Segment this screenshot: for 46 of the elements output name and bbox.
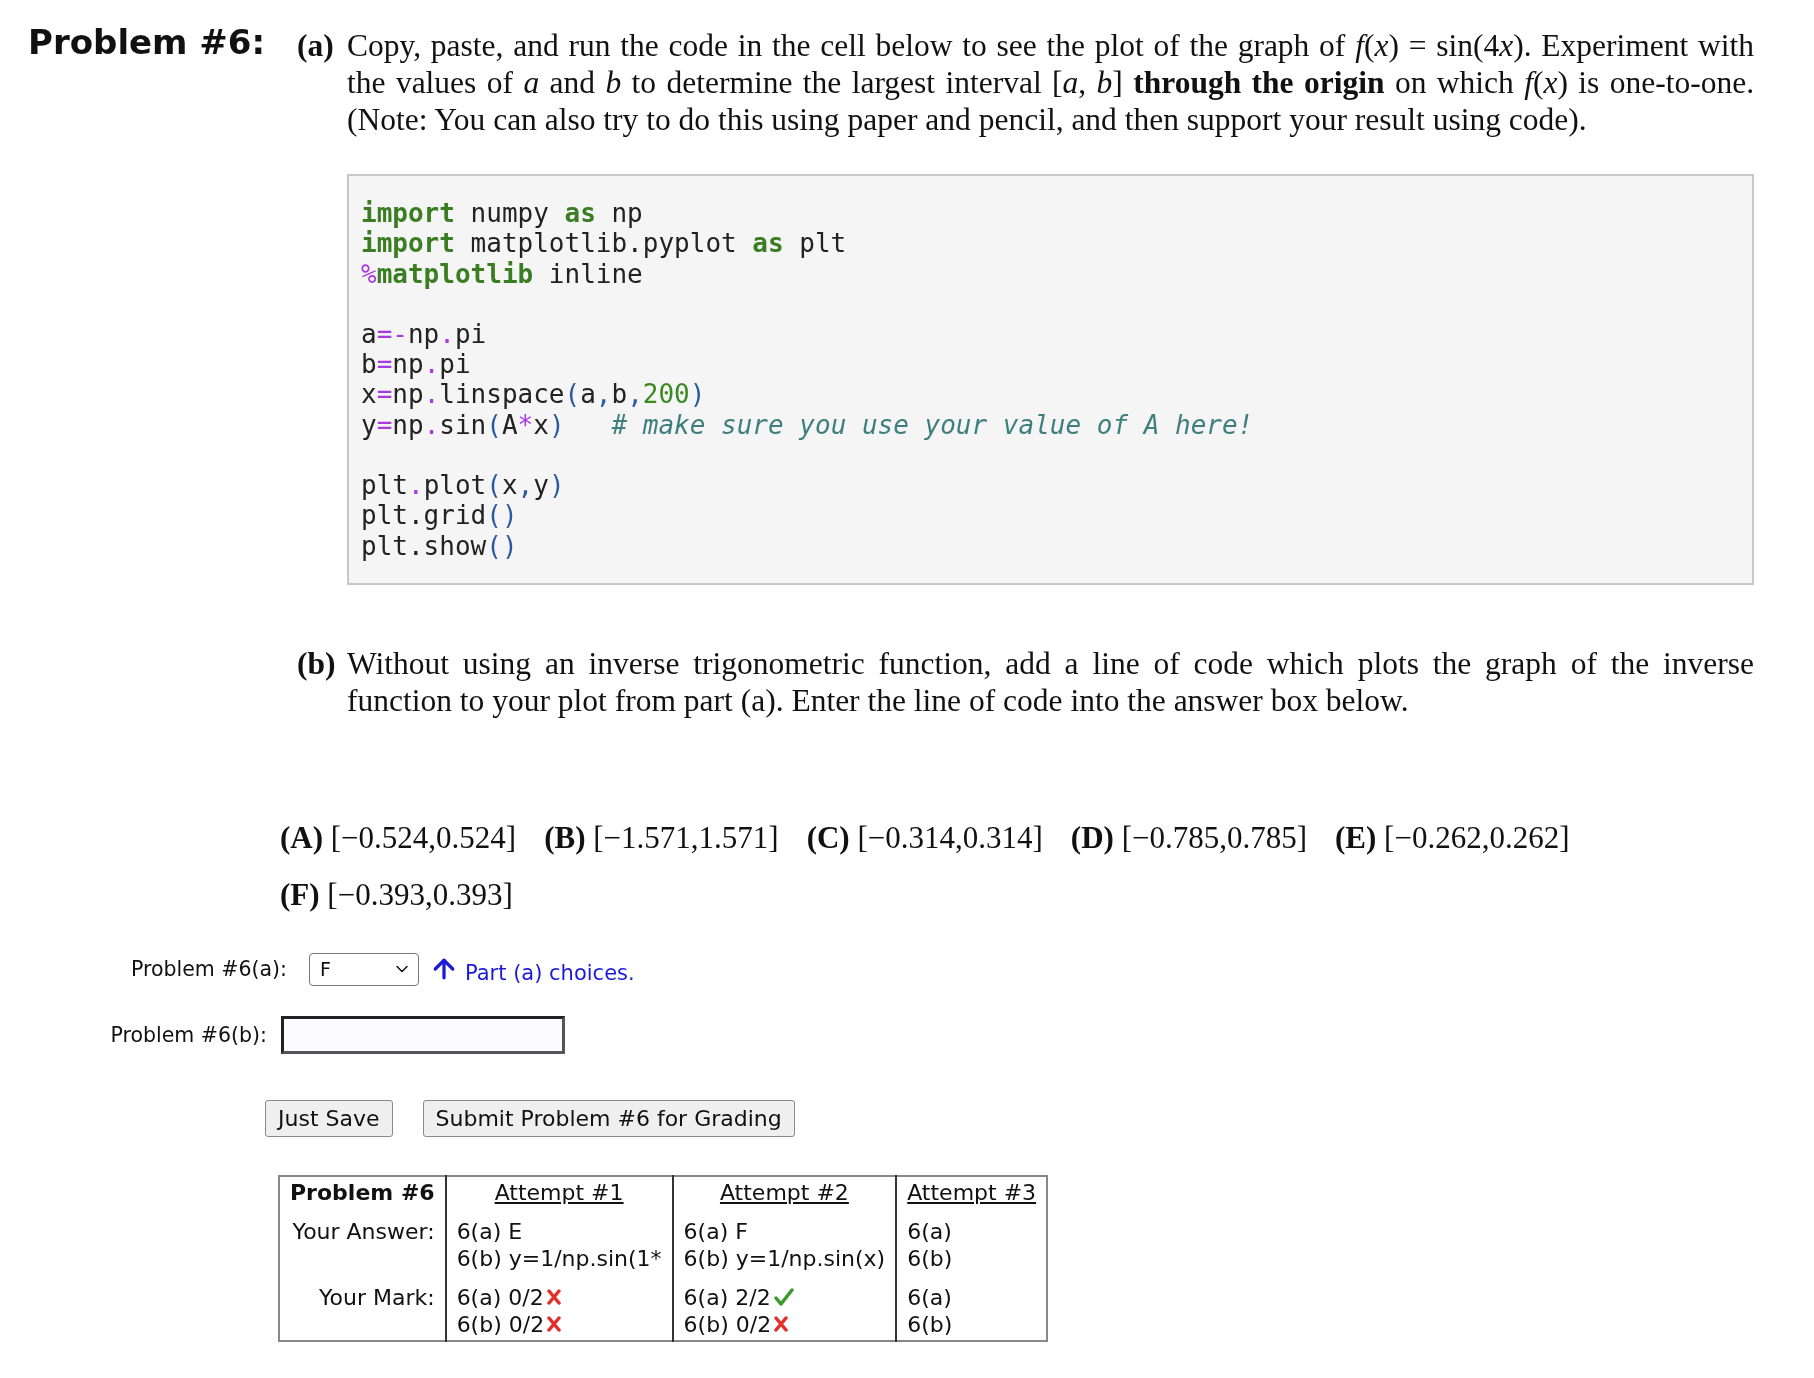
answer-choice: (A) [−0.524,0.524] xyxy=(280,818,517,857)
answer-input[interactable] xyxy=(281,1015,565,1054)
submit-button[interactable]: Submit Problem #6 for Grading xyxy=(422,1099,795,1137)
code-line: y=np.sin(A*x) # make sure you use your value of A here! xyxy=(361,409,1255,441)
dropdown[interactable]: F xyxy=(309,952,419,986)
table-cell: 6(a) E xyxy=(456,1217,523,1245)
row-label: Your Mark: xyxy=(318,1283,435,1311)
code-line: import matplotlib.pyplot as plt xyxy=(361,228,848,259)
choices-link[interactable]: Part (a) choices. xyxy=(465,953,635,986)
table-cell: 6(b) y=1/np.sin(1* xyxy=(456,1244,662,1272)
code-line: b=np.pi xyxy=(361,349,472,380)
part-label: (a) xyxy=(297,27,335,65)
field-label: Problem #6(a): xyxy=(130,957,288,982)
table-header: Problem #6 xyxy=(290,1179,435,1205)
answer-choice: (E) [−0.262,0.262] xyxy=(1335,818,1570,857)
field-label: Problem #6(b): xyxy=(109,1022,268,1047)
answer-choice: (D) [−0.785,0.785] xyxy=(1070,818,1308,857)
answer-choice: (C) [−0.314,0.314] xyxy=(806,818,1043,857)
table-cell: 6(a) 0/2 xyxy=(456,1283,544,1311)
table-cell: 6(b) 0/2 xyxy=(456,1310,545,1338)
part-a-instructions: Copy, paste, and run the code in the cell below to see the plot of the graph of f(x) = sin(4x). Experiment with the values of a and b to determine the largest interval [a, b] through the origin on which f(x) is one-to-one. (Note: You can also try to do this using paper and pencil, and then support your result using code). xyxy=(347,27,1754,138)
table-cell: 6(a) 2/2 xyxy=(683,1283,771,1311)
row-label: Your Answer: xyxy=(291,1217,435,1245)
table-cell: 6(b) 0/2 xyxy=(683,1310,772,1338)
table-cell: 6(b) xyxy=(907,1244,953,1272)
code-line: import numpy as np xyxy=(361,198,644,229)
code-line: plt.show() xyxy=(361,530,519,561)
code-line: plt.grid() xyxy=(361,500,519,531)
table-cell: 6(a) xyxy=(907,1283,952,1311)
code-line: x=np.linspace(a,b,200) xyxy=(361,379,707,410)
table-cell: 6(a) xyxy=(907,1217,952,1245)
table-cell: 6(b) y=1/np.sin(x) xyxy=(683,1244,886,1272)
answer-choice: (B) [−1.571,1.571] xyxy=(544,818,779,857)
column-header: Attempt #3 xyxy=(907,1179,1037,1205)
table-cell: 6(a) F xyxy=(683,1217,748,1245)
code-line: plt.plot(x,y) xyxy=(361,470,566,501)
column-header: Attempt #1 xyxy=(494,1179,624,1205)
problem-title: Problem #6: xyxy=(28,22,267,62)
code-line: a=-np.pi xyxy=(361,318,488,350)
part-label: (b) xyxy=(297,644,337,683)
answer-choice: (F) [−0.393,0.393] xyxy=(280,875,513,914)
column-header: Attempt #2 xyxy=(719,1179,849,1205)
table-cell: 6(b) xyxy=(907,1310,953,1338)
save-button[interactable]: Just Save xyxy=(265,1099,393,1137)
part-b-instructions: Without using an inverse trigonometric function, add a line of code which plots the graph of the inverse function to your plot from part (a). Enter the line of code into the answer box below. xyxy=(347,644,1754,719)
code-line: %matplotlib inline xyxy=(361,258,644,289)
